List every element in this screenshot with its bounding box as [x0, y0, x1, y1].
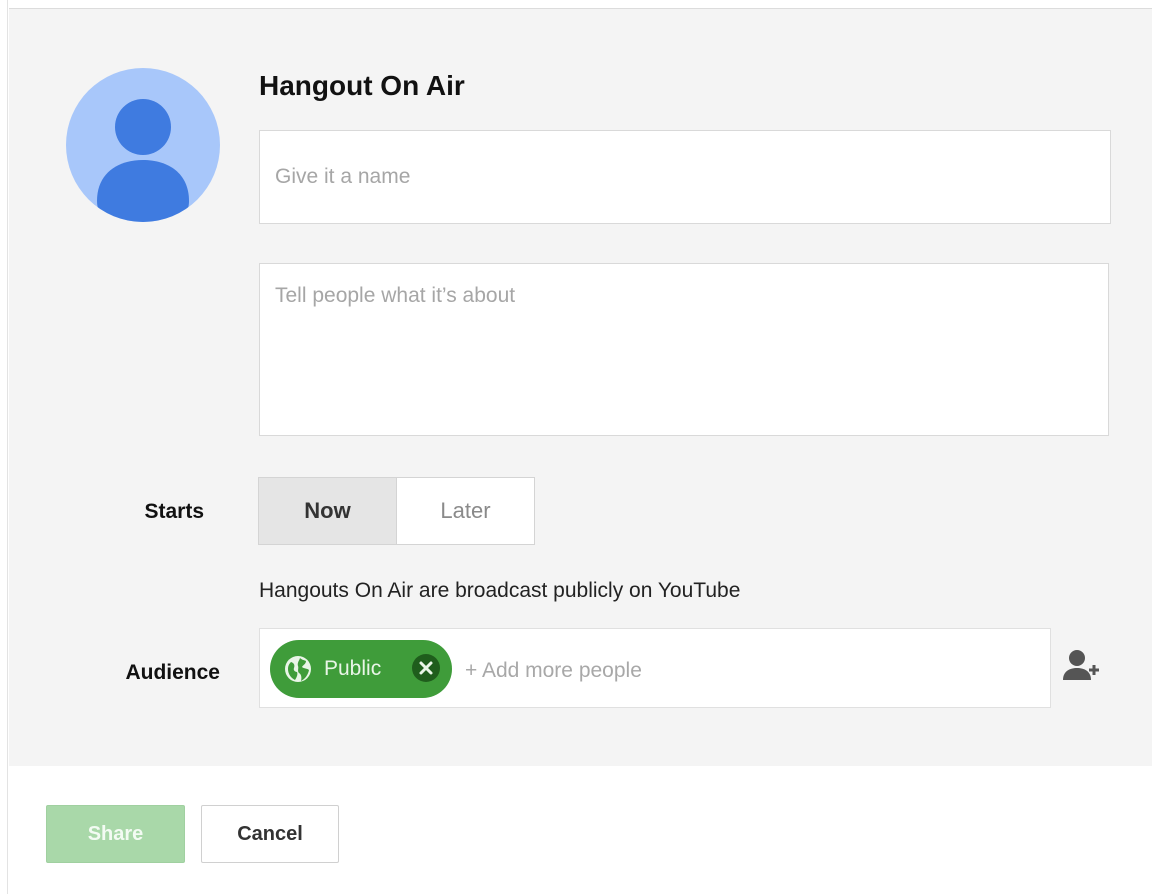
avatar: [66, 68, 220, 222]
share-button[interactable]: Share: [46, 805, 185, 863]
public-chip-label: Public: [324, 657, 382, 680]
starts-toggle: Now Later: [258, 477, 535, 545]
dialog-title: Hangout On Air: [259, 70, 465, 101]
about-field-box: [259, 263, 1109, 436]
name-input[interactable]: [275, 131, 1095, 223]
audience-field: Public: [259, 628, 1051, 708]
starts-later-button[interactable]: Later: [397, 478, 534, 544]
cancel-button[interactable]: Cancel: [201, 805, 339, 863]
public-chip[interactable]: Public: [270, 640, 452, 698]
globe-icon: [282, 653, 314, 685]
broadcast-notice: Hangouts On Air are broadcast publicly o…: [259, 579, 741, 602]
add-people-input[interactable]: [465, 659, 1025, 683]
window-edge-top: [0, 0, 1152, 8]
name-field-box: [259, 130, 1111, 224]
starts-label: Starts: [144, 500, 204, 523]
starts-now-button[interactable]: Now: [259, 478, 397, 544]
remove-chip-icon[interactable]: [411, 653, 441, 683]
about-textarea[interactable]: [275, 284, 1093, 415]
window-edge-left: [0, 0, 8, 894]
add-person-icon[interactable]: [1062, 649, 1100, 685]
audience-label: Audience: [125, 661, 220, 684]
person-icon: [97, 99, 189, 222]
